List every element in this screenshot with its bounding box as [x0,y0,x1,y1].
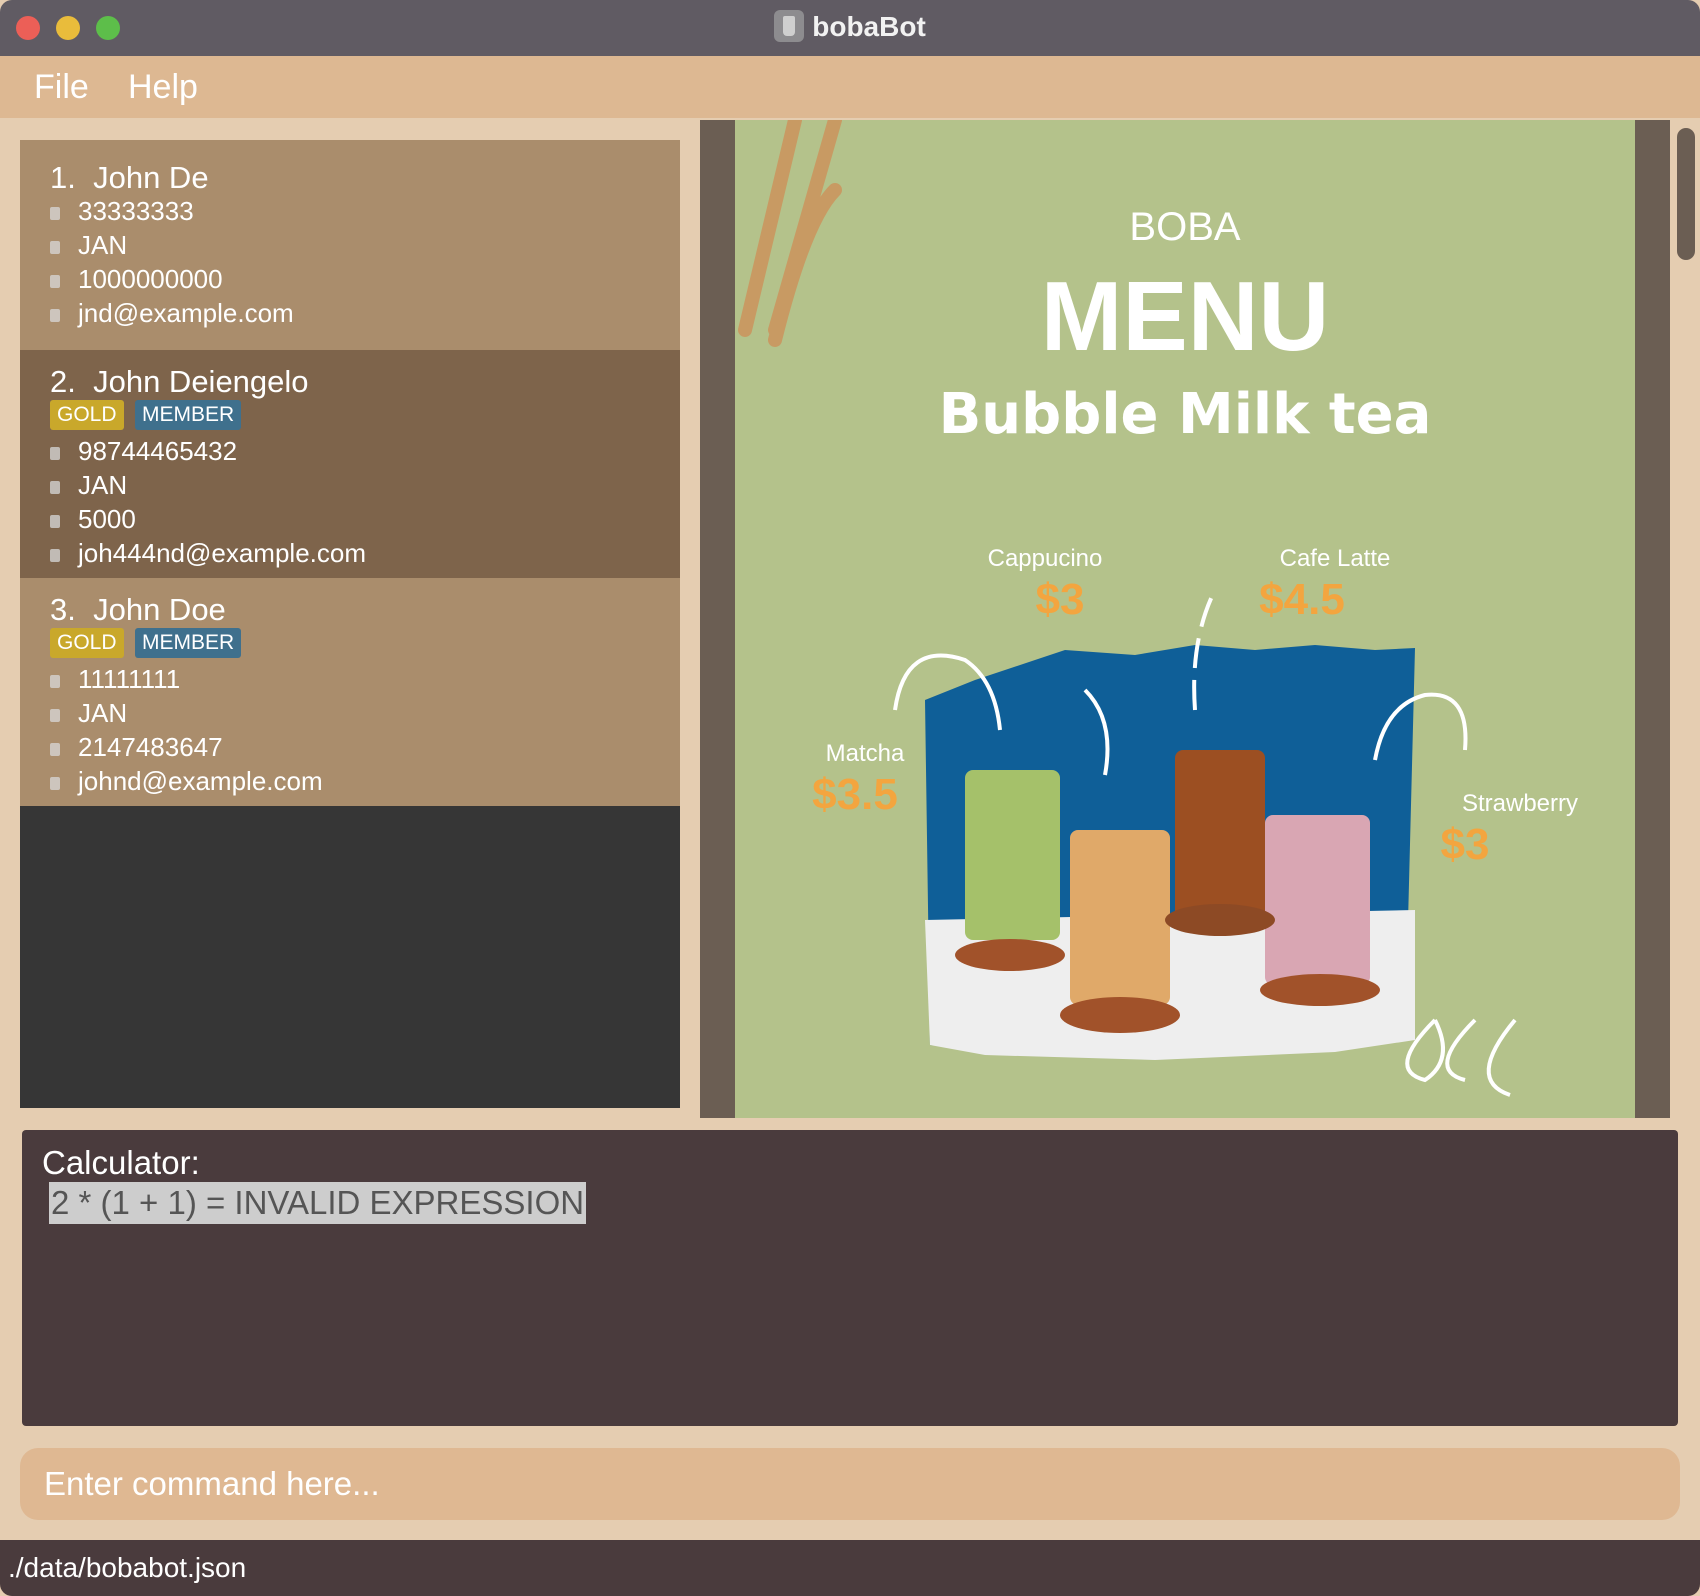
item-matcha-name: Matcha [825,740,905,767]
item-strawberry-name: Strawberry [1461,790,1579,817]
phone-field: 33333333 [50,195,194,227]
email-icon [50,777,60,790]
status-bar: ./data/bobabot.json [0,1540,1700,1596]
title-bar: bobaBot [0,0,1700,56]
email-icon [50,549,60,562]
phone-field: 11111111 [50,663,180,695]
person-card[interactable]: 2. John Deiengelo GOLD MEMBER 9874446543… [20,350,680,578]
phone-icon [50,675,60,688]
phone-icon [50,447,60,460]
person-name: 3. John Doe [50,592,226,627]
birthday-icon [50,481,60,494]
points-field: 2147483647 [50,731,223,763]
item-cafe-latte-price: $4.5 [1259,575,1345,624]
birthday-icon [50,241,60,254]
menu-bar: File Help [0,56,1700,118]
birthday-icon [50,709,60,722]
menu-brand: BOBA [1129,205,1241,249]
tag-badge: GOLD [50,628,124,658]
menu-title: MENU [1040,261,1330,371]
birthday-field: JAN [50,469,127,501]
birthday-field: JAN [50,229,127,261]
result-text[interactable]: 2 * (1 + 1) = INVALID EXPRESSION [49,1182,587,1224]
item-cappucino-price: $3 [1035,575,1085,624]
person-card[interactable]: 3. John Doe GOLD MEMBER 11111111 JAN 214… [20,578,680,806]
item-strawberry-price: $3 [1440,820,1490,869]
menu-scrollbar[interactable] [1677,128,1695,260]
tag-badge: MEMBER [135,628,242,658]
phone-field: 98744465432 [50,435,237,467]
menu-help[interactable]: Help [128,68,198,107]
person-name: 2. John Deiengelo [50,364,309,399]
phone-icon [50,207,60,220]
person-card[interactable]: 1. John De 33333333 JAN 1000000000 jnd@e… [20,140,680,350]
command-input[interactable] [20,1448,1680,1520]
menu-image-panel[interactable]: BOBA MENU Bubble Milk tea Cappucino $3 C… [700,120,1670,1118]
email-field: johnd@example.com [50,765,323,797]
points-field: 5000 [50,503,136,535]
tag-badge: GOLD [50,400,124,430]
tag-badge: MEMBER [135,400,242,430]
window-title-text: bobaBot [812,11,926,42]
result-label: Calculator: [42,1144,200,1181]
email-field: joh444nd@example.com [50,537,366,569]
points-icon [50,743,60,756]
item-matcha-price: $3.5 [812,770,898,819]
save-location: ./data/bobabot.json [8,1552,247,1583]
email-icon [50,309,60,322]
menu-file[interactable]: File [34,68,89,107]
person-name: 1. John De [50,160,209,195]
points-icon [50,515,60,528]
item-cafe-latte-name: Cafe Latte [1279,545,1391,572]
menu-subtitle: Bubble Milk tea [938,382,1432,447]
email-field: jnd@example.com [50,297,294,329]
person-list[interactable]: 1. John De 33333333 JAN 1000000000 jnd@e… [20,140,680,1108]
birthday-field: JAN [50,697,127,729]
points-icon [50,275,60,288]
menu-image: BOBA MENU Bubble Milk tea Cappucino $3 C… [735,120,1635,1118]
points-field: 1000000000 [50,263,223,295]
item-cappucino-name: Cappucino [987,545,1103,572]
window-title: bobaBot [0,10,1700,43]
result-display: Calculator: 2 * (1 + 1) = INVALID EXPRES… [22,1130,1678,1426]
app-icon [774,10,805,42]
